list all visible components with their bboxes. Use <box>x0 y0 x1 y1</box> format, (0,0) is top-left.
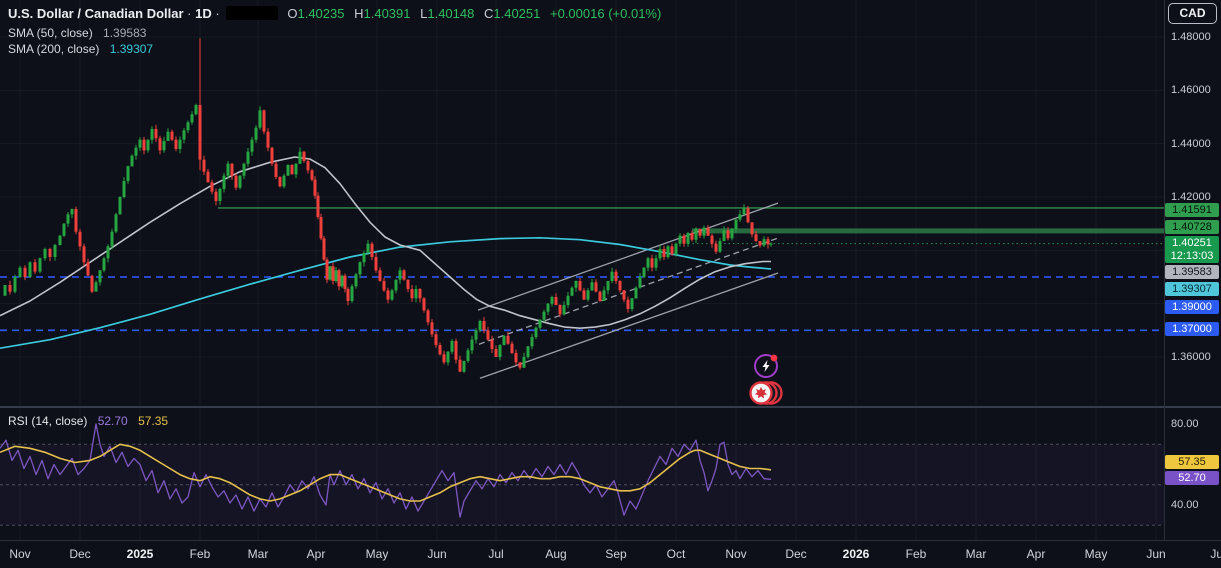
time-axis-label: Jun <box>1146 547 1166 561</box>
open-value: 1.40235 <box>297 6 345 21</box>
pane-separator[interactable] <box>0 406 1221 408</box>
canada-flag-events-icon[interactable] <box>749 381 783 405</box>
rsi-value: 52.70 <box>97 414 128 428</box>
channel-midline[interactable] <box>478 237 779 345</box>
price-badge: 52.70 <box>1165 471 1219 485</box>
time-axis-label: Nov <box>725 547 747 561</box>
time-axis-label: Oct <box>666 547 686 561</box>
price-badge: 1.40728 <box>1165 220 1219 234</box>
axis-tick-label: 80.00 <box>1171 418 1199 430</box>
price-badge: 1.37000 <box>1165 322 1219 336</box>
time-axis-label: Mar <box>965 547 987 561</box>
low-value: 1.40148 <box>427 6 475 21</box>
price-chart-pane[interactable] <box>0 0 1164 406</box>
axis-tick-label: 1.46000 <box>1171 84 1211 96</box>
redacted-source <box>225 6 278 20</box>
time-axis-label: Sep <box>605 547 627 561</box>
price-badge: 1.40251 12:13:03 <box>1165 236 1219 263</box>
time-axis-label: Feb <box>189 547 211 561</box>
time-axis-label: Feb <box>905 547 927 561</box>
trading-chart-app: U.S. Dollar / Canadian Dollar · 1D · O1.… <box>0 0 1221 568</box>
price-badge: 1.39307 <box>1165 282 1219 296</box>
timeframe-label[interactable]: 1D <box>195 6 212 21</box>
flash-event-icon[interactable] <box>754 354 778 378</box>
bar-countdown: 12:13:03 <box>1170 250 1214 262</box>
time-axis-label: Dec <box>69 547 91 561</box>
axis-tick-label: 1.36000 <box>1171 351 1211 363</box>
sma50-value: 1.39583 <box>103 26 147 40</box>
rsi-ma-value: 57.35 <box>138 414 169 428</box>
sma50-legend[interactable]: SMA (50, close) 1.39583 <box>8 26 146 40</box>
time-axis-label: May <box>1084 547 1108 561</box>
time-axis-label: Jun <box>427 547 447 561</box>
rsi-indicator-pane[interactable] <box>0 407 1164 541</box>
time-axis-label: Jul <box>1210 547 1221 561</box>
time-axis-label: Dec <box>785 547 807 561</box>
time-axis-label: May <box>365 547 389 561</box>
rsi-legend[interactable]: RSI (14, close) 52.70 57.35 <box>8 414 168 428</box>
axis-tick-label: 40.00 <box>1171 499 1199 511</box>
sma200-value: 1.39307 <box>109 42 154 56</box>
time-axis-label: Jul <box>488 547 504 561</box>
time-axis-label: Apr <box>306 547 326 561</box>
time-axis-label: Aug <box>545 547 567 561</box>
sma200-legend[interactable]: SMA (200, close) 1.39307 <box>8 42 153 56</box>
close-value: 1.40251 <box>493 6 541 21</box>
price-axis[interactable]: 1.48000 1.46000 1.44000 1.42000 1.36000 80.00… <box>1164 0 1221 541</box>
resistance-band[interactable] <box>692 228 1164 234</box>
channel-trendline[interactable] <box>477 202 779 311</box>
change-value: +0.00016 (+0.01%) <box>550 6 662 21</box>
time-axis-label: Mar <box>247 547 269 561</box>
price-badge: 1.39000 <box>1165 300 1219 314</box>
sma200-line <box>0 236 772 350</box>
axis-tick-label: 1.48000 <box>1171 31 1211 43</box>
symbol-title: U.S. Dollar / Canadian Dollar <box>8 6 184 21</box>
currency-toggle-button[interactable]: CAD <box>1168 3 1217 24</box>
sma50-line <box>0 156 771 329</box>
time-axis-label: 2025 <box>126 547 154 561</box>
time-axis-label: 2026 <box>842 547 870 561</box>
axis-tick-label: 1.42000 <box>1171 191 1211 203</box>
symbol-legend[interactable]: U.S. Dollar / Canadian Dollar · 1D · O1.… <box>8 6 661 21</box>
time-axis-label: Nov <box>9 547 31 561</box>
time-axis[interactable]: Nov Dec 2025 Feb Mar Apr May Jun Jul Aug Sep Oct Nov… <box>0 541 1221 568</box>
price-badge: 1.39583 <box>1165 265 1219 279</box>
price-badge: 1.41591 <box>1165 203 1219 217</box>
price-badge: 57.35 <box>1165 455 1219 469</box>
high-value: 1.40391 <box>363 6 411 21</box>
time-axis-label: Apr <box>1026 547 1046 561</box>
axis-tick-label: 1.44000 <box>1171 138 1211 150</box>
